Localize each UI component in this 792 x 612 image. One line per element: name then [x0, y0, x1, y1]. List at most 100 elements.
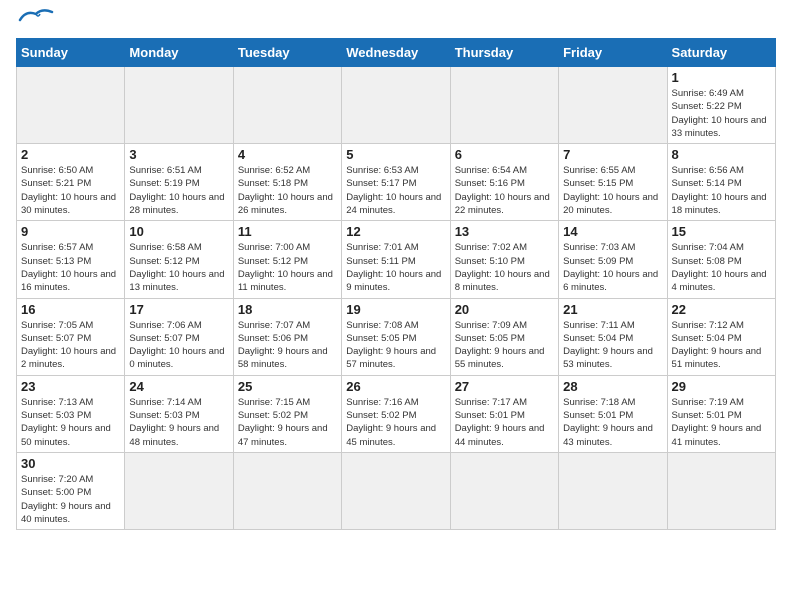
day-info: Sunrise: 7:16 AM Sunset: 5:02 PM Dayligh… — [346, 396, 445, 449]
day-number: 20 — [455, 302, 554, 317]
calendar-cell: 14 Sunrise: 7:03 AM Sunset: 5:09 PM Dayli… — [559, 221, 667, 298]
calendar-cell: 10 Sunrise: 6:58 AM Sunset: 5:12 PM Dayli… — [125, 221, 233, 298]
day-number: 3 — [129, 147, 228, 162]
day-info: Sunrise: 6:55 AM Sunset: 5:15 PM Dayligh… — [563, 164, 662, 217]
day-number: 15 — [672, 224, 771, 239]
day-info: Sunrise: 6:49 AM Sunset: 5:22 PM Dayligh… — [672, 87, 771, 140]
day-number: 12 — [346, 224, 445, 239]
calendar-cell: 2 Sunrise: 6:50 AM Sunset: 5:21 PM Daylig… — [17, 144, 125, 221]
day-info: Sunrise: 6:52 AM Sunset: 5:18 PM Dayligh… — [238, 164, 337, 217]
day-info: Sunrise: 7:18 AM Sunset: 5:01 PM Dayligh… — [563, 396, 662, 449]
day-info: Sunrise: 7:05 AM Sunset: 5:07 PM Dayligh… — [21, 319, 120, 372]
calendar-cell: 30 Sunrise: 7:20 AM Sunset: 5:00 PM Dayli… — [17, 452, 125, 529]
calendar-cell: 15 Sunrise: 7:04 AM Sunset: 5:08 PM Dayli… — [667, 221, 775, 298]
day-number: 5 — [346, 147, 445, 162]
calendar-cell: 7 Sunrise: 6:55 AM Sunset: 5:15 PM Daylig… — [559, 144, 667, 221]
day-info: Sunrise: 7:04 AM Sunset: 5:08 PM Dayligh… — [672, 241, 771, 294]
day-number: 4 — [238, 147, 337, 162]
calendar-cell: 13Sunrise: 7:02 AM Sunset: 5:10 PM Dayli… — [450, 221, 558, 298]
calendar-cell — [342, 452, 450, 529]
calendar-cell: 19 Sunrise: 7:08 AM Sunset: 5:05 PM Dayli… — [342, 298, 450, 375]
calendar-cell: 16Sunrise: 7:05 AM Sunset: 5:07 PM Dayli… — [17, 298, 125, 375]
day-info: Sunrise: 7:20 AM Sunset: 5:00 PM Dayligh… — [21, 473, 120, 526]
day-info: Sunrise: 7:15 AM Sunset: 5:02 PM Dayligh… — [238, 396, 337, 449]
day-number: 17 — [129, 302, 228, 317]
weekday-header: Sunday — [17, 39, 125, 67]
day-info: Sunrise: 6:50 AM Sunset: 5:21 PM Dayligh… — [21, 164, 120, 217]
day-number: 18 — [238, 302, 337, 317]
calendar-row: 30 Sunrise: 7:20 AM Sunset: 5:00 PM Dayli… — [17, 452, 776, 529]
day-number: 30 — [21, 456, 120, 471]
calendar-row: 1 Sunrise: 6:49 AM Sunset: 5:22 PM Daylig… — [17, 67, 776, 144]
calendar-cell: 3 Sunrise: 6:51 AM Sunset: 5:19 PM Daylig… — [125, 144, 233, 221]
day-info: Sunrise: 7:08 AM Sunset: 5:05 PM Dayligh… — [346, 319, 445, 372]
calendar-cell: 21 Sunrise: 7:11 AM Sunset: 5:04 PM Dayli… — [559, 298, 667, 375]
calendar-cell: 6 Sunrise: 6:54 AM Sunset: 5:16 PM Daylig… — [450, 144, 558, 221]
day-number: 29 — [672, 379, 771, 394]
calendar-cell — [559, 67, 667, 144]
calendar-cell: 5Sunrise: 6:53 AM Sunset: 5:17 PM Daylig… — [342, 144, 450, 221]
calendar-cell: 26Sunrise: 7:16 AM Sunset: 5:02 PM Dayli… — [342, 375, 450, 452]
calendar-cell — [125, 452, 233, 529]
day-number: 8 — [672, 147, 771, 162]
weekday-header: Wednesday — [342, 39, 450, 67]
day-info: Sunrise: 7:14 AM Sunset: 5:03 PM Dayligh… — [129, 396, 228, 449]
calendar-cell — [450, 452, 558, 529]
calendar-row: 16Sunrise: 7:05 AM Sunset: 5:07 PM Dayli… — [17, 298, 776, 375]
calendar-cell: 23 Sunrise: 7:13 AM Sunset: 5:03 PM Dayli… — [17, 375, 125, 452]
calendar-cell: 28 Sunrise: 7:18 AM Sunset: 5:01 PM Dayli… — [559, 375, 667, 452]
day-number: 2 — [21, 147, 120, 162]
day-info: Sunrise: 6:56 AM Sunset: 5:14 PM Dayligh… — [672, 164, 771, 217]
day-info: Sunrise: 6:58 AM Sunset: 5:12 PM Dayligh… — [129, 241, 228, 294]
weekday-header: Monday — [125, 39, 233, 67]
calendar-row: 2 Sunrise: 6:50 AM Sunset: 5:21 PM Daylig… — [17, 144, 776, 221]
calendar-cell — [233, 67, 341, 144]
page-header — [16, 16, 776, 26]
day-number: 28 — [563, 379, 662, 394]
day-number: 9 — [21, 224, 120, 239]
day-number: 11 — [238, 224, 337, 239]
calendar-cell: 11 Sunrise: 7:00 AM Sunset: 5:12 PM Dayli… — [233, 221, 341, 298]
day-info: Sunrise: 6:57 AM Sunset: 5:13 PM Dayligh… — [21, 241, 120, 294]
calendar-cell: 4 Sunrise: 6:52 AM Sunset: 5:18 PM Daylig… — [233, 144, 341, 221]
calendar-cell: 18 Sunrise: 7:07 AM Sunset: 5:06 PM Dayli… — [233, 298, 341, 375]
day-number: 10 — [129, 224, 228, 239]
calendar-cell: 12 Sunrise: 7:01 AM Sunset: 5:11 PM Dayli… — [342, 221, 450, 298]
weekday-header: Tuesday — [233, 39, 341, 67]
day-info: Sunrise: 7:00 AM Sunset: 5:12 PM Dayligh… — [238, 241, 337, 294]
day-number: 14 — [563, 224, 662, 239]
day-number: 23 — [21, 379, 120, 394]
day-info: Sunrise: 7:01 AM Sunset: 5:11 PM Dayligh… — [346, 241, 445, 294]
day-info: Sunrise: 7:06 AM Sunset: 5:07 PM Dayligh… — [129, 319, 228, 372]
logo-bird-icon — [18, 6, 54, 26]
calendar-cell — [559, 452, 667, 529]
calendar-cell: 8 Sunrise: 6:56 AM Sunset: 5:14 PM Daylig… — [667, 144, 775, 221]
day-info: Sunrise: 7:13 AM Sunset: 5:03 PM Dayligh… — [21, 396, 120, 449]
weekday-header: Saturday — [667, 39, 775, 67]
day-number: 19 — [346, 302, 445, 317]
day-number: 13 — [455, 224, 554, 239]
day-info: Sunrise: 7:11 AM Sunset: 5:04 PM Dayligh… — [563, 319, 662, 372]
calendar-table: SundayMondayTuesdayWednesdayThursdayFrid… — [16, 38, 776, 530]
day-info: Sunrise: 7:07 AM Sunset: 5:06 PM Dayligh… — [238, 319, 337, 372]
day-info: Sunrise: 6:51 AM Sunset: 5:19 PM Dayligh… — [129, 164, 228, 217]
calendar-cell — [342, 67, 450, 144]
calendar-cell: 25 Sunrise: 7:15 AM Sunset: 5:02 PM Dayli… — [233, 375, 341, 452]
day-info: Sunrise: 7:12 AM Sunset: 5:04 PM Dayligh… — [672, 319, 771, 372]
day-info: Sunrise: 7:09 AM Sunset: 5:05 PM Dayligh… — [455, 319, 554, 372]
day-number: 1 — [672, 70, 771, 85]
calendar-cell: 9 Sunrise: 6:57 AM Sunset: 5:13 PM Daylig… — [17, 221, 125, 298]
day-number: 25 — [238, 379, 337, 394]
calendar-cell: 22Sunrise: 7:12 AM Sunset: 5:04 PM Dayli… — [667, 298, 775, 375]
day-number: 24 — [129, 379, 228, 394]
day-info: Sunrise: 7:03 AM Sunset: 5:09 PM Dayligh… — [563, 241, 662, 294]
calendar-cell: 24 Sunrise: 7:14 AM Sunset: 5:03 PM Dayli… — [125, 375, 233, 452]
day-number: 21 — [563, 302, 662, 317]
day-number: 6 — [455, 147, 554, 162]
calendar-cell — [233, 452, 341, 529]
day-info: Sunrise: 6:54 AM Sunset: 5:16 PM Dayligh… — [455, 164, 554, 217]
calendar-row: 23 Sunrise: 7:13 AM Sunset: 5:03 PM Dayli… — [17, 375, 776, 452]
day-info: Sunrise: 7:17 AM Sunset: 5:01 PM Dayligh… — [455, 396, 554, 449]
day-info: Sunrise: 7:19 AM Sunset: 5:01 PM Dayligh… — [672, 396, 771, 449]
day-number: 7 — [563, 147, 662, 162]
